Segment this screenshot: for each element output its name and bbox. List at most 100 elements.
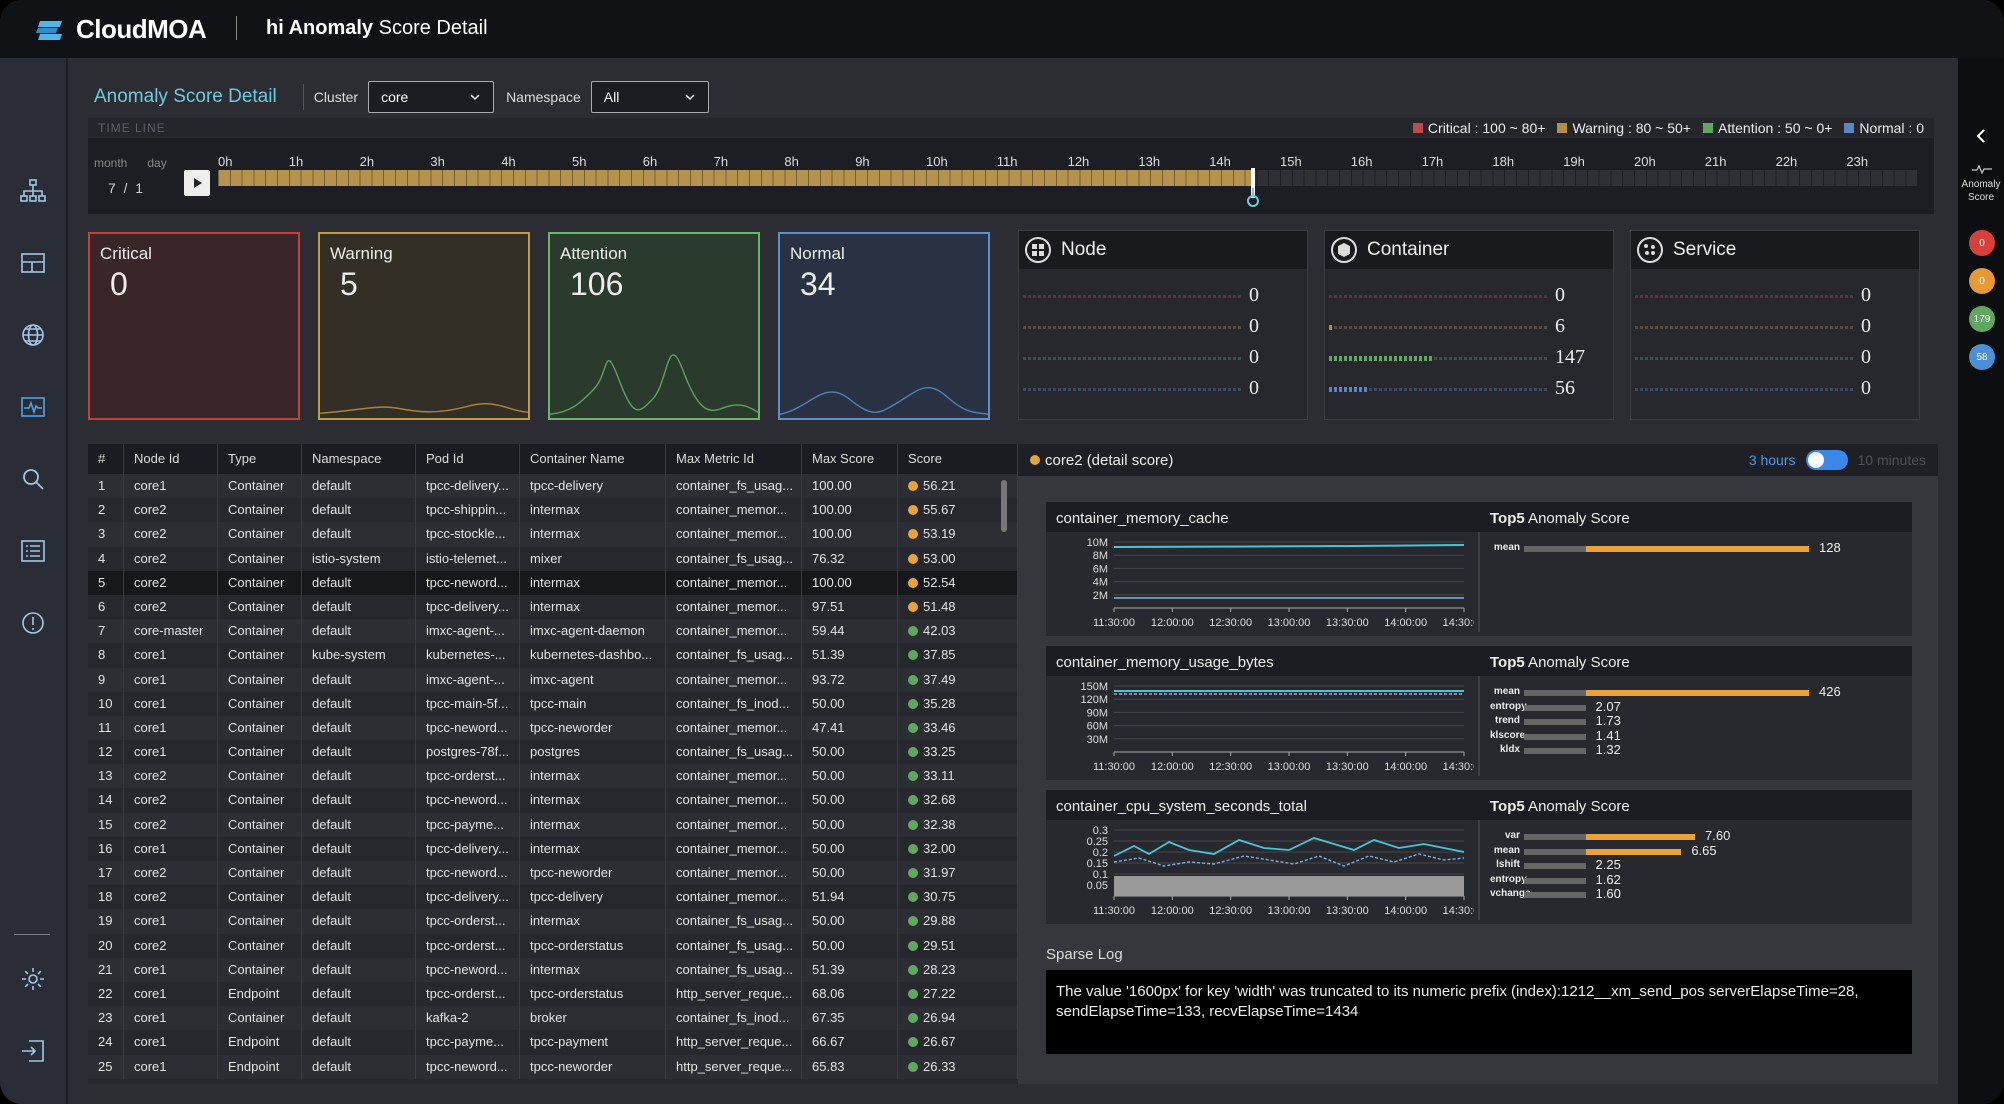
settings-icon[interactable] [16, 962, 50, 996]
column-header[interactable]: Type [218, 444, 302, 474]
column-header[interactable]: Score [898, 444, 1018, 474]
table-cell: default [302, 522, 416, 547]
table-row[interactable]: 13 core2 Container default tpcc-orderst... in… [88, 764, 1018, 789]
date-value[interactable]: 7 / 1 [108, 180, 143, 196]
column-header[interactable]: # [88, 444, 124, 474]
globe-icon[interactable] [16, 318, 50, 352]
namespace-select[interactable]: All [590, 81, 709, 113]
score-dot [908, 1061, 918, 1072]
table-row[interactable]: 16 core1 Container default tpcc-delivery... i… [88, 836, 1018, 861]
table-cell: 35.28 [898, 691, 1018, 716]
status-card-critical[interactable]: Critical 0 [88, 232, 300, 420]
score-value: 53.00 [923, 550, 956, 566]
table-row[interactable]: 25 core1 Endpoint default tpcc-neword... tpcc… [88, 1054, 1018, 1079]
score-dot [908, 1037, 918, 1048]
table-row[interactable]: 24 core1 Endpoint default tpcc-payme... tpcc-… [88, 1030, 1018, 1055]
top5-title: Top5 Anomaly Score [1490, 510, 1630, 527]
search-icon[interactable] [16, 462, 50, 496]
table-row[interactable]: 20 core2 Container default tpcc-orderst... tp… [88, 933, 1018, 958]
collapse-chevron-icon[interactable] [1975, 128, 1987, 144]
table-cell: core1 [124, 1006, 218, 1031]
table-cell: tpcc-payme... [416, 812, 520, 837]
legend-item: Attention : 50 ~ 0+ [1703, 120, 1832, 136]
filter-divider [302, 84, 304, 110]
score-dot [908, 964, 918, 975]
table-cell: Container [218, 715, 302, 741]
table-row[interactable]: 5 core2 Container default tpcc-neword... inte… [88, 570, 1018, 595]
table-cell: 50.00 [802, 812, 898, 837]
table-row[interactable]: 7 core-master Container default imxc-agent-.… [88, 619, 1018, 644]
anomaly-icon[interactable] [16, 390, 50, 424]
table-row[interactable]: 8 core1 Container kube-system kubernetes-...… [88, 643, 1018, 668]
table-cell: 23 [88, 1006, 124, 1031]
table-cell: 32.38 [898, 812, 1018, 837]
table-cell: Endpoint [218, 1030, 302, 1055]
column-header[interactable]: Container Name [520, 444, 666, 474]
hour-label: 21h [1704, 154, 1727, 169]
status-card-normal[interactable]: Normal 34 [778, 232, 990, 420]
cluster-select[interactable]: core [368, 81, 495, 113]
table-scrollbar[interactable] [1001, 480, 1007, 532]
column-header[interactable]: Namespace [302, 444, 416, 474]
table-row[interactable]: 10 core1 Container default tpcc-main-5f... tp… [88, 691, 1018, 716]
table-row[interactable]: 22 core1 Endpoint default tpcc-orderst... tpc… [88, 981, 1018, 1007]
anomaly-count-badge[interactable]: 179 [1969, 306, 1995, 332]
table-cell: 97.51 [802, 594, 898, 620]
anomaly-count-badge[interactable]: 58 [1969, 344, 1995, 370]
table-row[interactable]: 18 core2 Container default tpcc-delivery... t… [88, 885, 1018, 910]
resource-row-value: 0 [1861, 346, 1871, 368]
column-header[interactable]: Pod Id [416, 444, 520, 474]
range-toggle[interactable] [1805, 450, 1848, 470]
x-tick-label: 13:00:00 [1268, 617, 1311, 629]
table-cell: 51.39 [802, 957, 898, 982]
table-cell: tpcc-neworder [520, 715, 666, 741]
resource-row-value: 0 [1249, 377, 1259, 399]
table-cell: container_fs_usag... [666, 474, 802, 499]
x-tick-label: 13:30:00 [1326, 617, 1369, 629]
table-row[interactable]: 12 core1 Container default postgres-78f... po… [88, 740, 1018, 765]
column-header[interactable]: Max Metric Id [666, 444, 802, 474]
logo[interactable]: CloudMOA [36, 14, 207, 45]
legend-item: Normal : 0 [1844, 120, 1924, 136]
top5-bold: Top5 [1490, 510, 1525, 527]
y-tick-label: 6M [1093, 563, 1108, 575]
table-row[interactable]: 2 core2 Container default tpcc-shippin... int… [88, 498, 1018, 523]
status-card-attention[interactable]: Attention 106 [548, 232, 760, 420]
table-row[interactable]: 11 core1 Container default tpcc-neword... tpc… [88, 715, 1018, 741]
x-tick-label: 12:30:00 [1209, 905, 1252, 917]
column-header[interactable]: Max Score [802, 444, 898, 474]
table-row[interactable]: 14 core2 Container default tpcc-neword... int… [88, 788, 1018, 813]
table-row[interactable]: 23 core1 Container default kafka-2 broker cont… [88, 1006, 1018, 1031]
table-row[interactable]: 15 core2 Container default tpcc-payme... inte… [88, 812, 1018, 837]
table-cell: kube-system [302, 643, 416, 668]
toggle-left-label: 3 hours [1748, 452, 1796, 468]
column-header[interactable]: Node Id [124, 444, 218, 474]
logout-icon[interactable] [16, 1034, 50, 1068]
resource-row: 6 [1325, 312, 1613, 342]
topology-icon[interactable] [16, 174, 50, 208]
anomaly-count-badge[interactable]: 0 [1969, 268, 1995, 294]
alert-icon[interactable] [16, 606, 50, 640]
timeline-bar[interactable] [218, 170, 1918, 186]
namespace-label: Namespace [506, 89, 581, 105]
anomaly-count-badge[interactable]: 0 [1969, 230, 1995, 256]
status-card-warning[interactable]: Warning 5 [318, 232, 530, 420]
top5-bold: Top5 [1490, 798, 1525, 815]
table-row[interactable]: 9 core1 Container default imxc-agent-... imxc… [88, 667, 1018, 692]
table-cell: 50.00 [802, 740, 898, 765]
list-icon[interactable] [16, 534, 50, 568]
table-row[interactable]: 4 core2 Container istio-system istio-telemet… [88, 546, 1018, 571]
table-row[interactable]: 6 core2 Container default tpcc-delivery... in… [88, 594, 1018, 620]
score-dot [908, 553, 918, 564]
resource-row: 0 [1631, 281, 1919, 311]
play-button[interactable] [184, 170, 210, 196]
score-dot [908, 916, 918, 927]
table-row[interactable]: 17 core2 Container default tpcc-neword... tpc… [88, 861, 1018, 886]
table-row[interactable]: 19 core1 Container default tpcc-orderst... in… [88, 909, 1018, 934]
table-row[interactable]: 21 core1 Container default tpcc-neword... int… [88, 957, 1018, 982]
timeline-knob-icon[interactable] [1246, 188, 1260, 208]
table-row[interactable]: 3 core2 Container default tpcc-stockle... int… [88, 522, 1018, 547]
status-sparkline [550, 354, 758, 416]
dashboard-icon[interactable] [16, 246, 50, 280]
table-row[interactable]: 1 core1 Container default tpcc-delivery... tp… [88, 474, 1018, 499]
